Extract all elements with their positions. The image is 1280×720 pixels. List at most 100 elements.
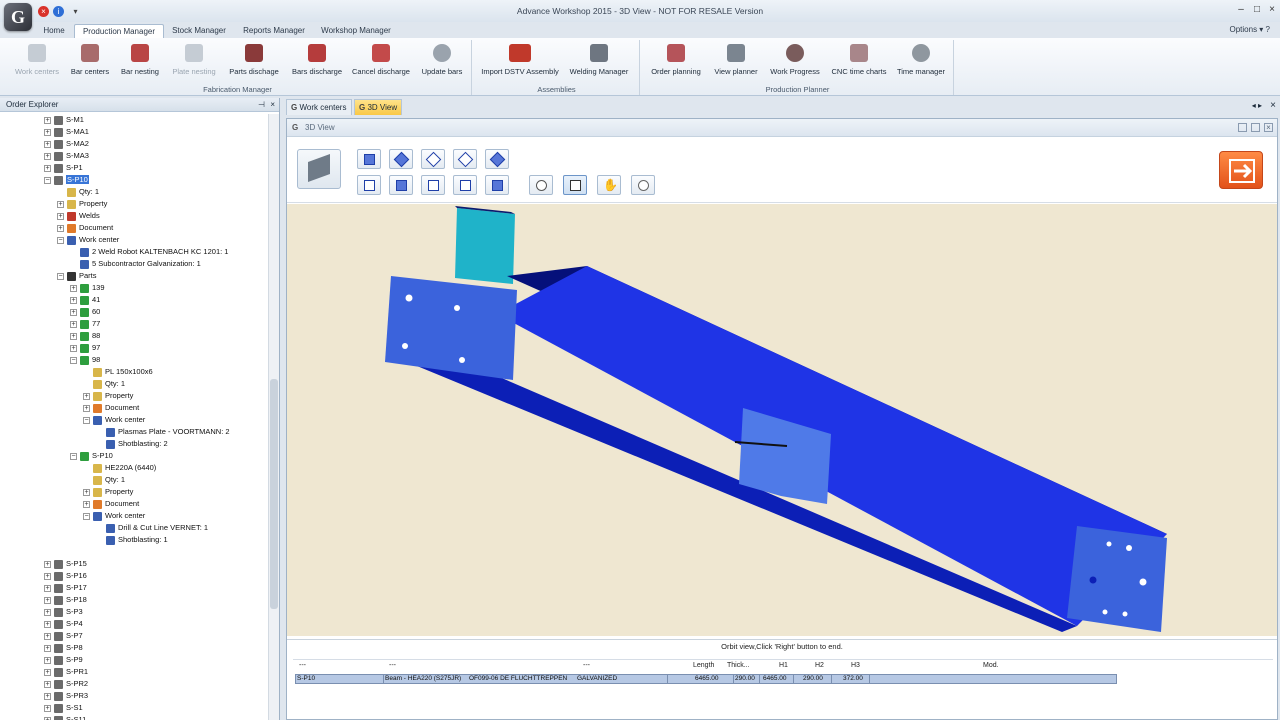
- expand-icon[interactable]: +: [44, 596, 51, 604]
- grid-header-1[interactable]: ---: [299, 662, 306, 669]
- tab-stock-manager[interactable]: Stock Manager: [166, 24, 232, 38]
- app-logo[interactable]: G: [4, 3, 32, 31]
- tree-node[interactable]: +60: [70, 306, 100, 318]
- view-left-button[interactable]: [421, 175, 445, 195]
- order-planning-button[interactable]: Order planning: [646, 44, 706, 76]
- tree-node[interactable]: + S-P16: [44, 570, 87, 582]
- tab-workshop-manager[interactable]: Workshop Manager: [316, 24, 396, 38]
- expand-icon[interactable]: +: [70, 296, 77, 304]
- expand-icon[interactable]: +: [70, 308, 77, 316]
- tree-node[interactable]: Qty: 1: [83, 474, 125, 486]
- tree-node[interactable]: − 98: [70, 354, 100, 366]
- view-front-button[interactable]: [357, 175, 381, 195]
- tree-node[interactable]: + Property: [83, 486, 133, 498]
- expand-icon[interactable]: +: [44, 644, 51, 652]
- tree-node[interactable]: +88: [70, 330, 100, 342]
- expand-icon[interactable]: +: [83, 488, 90, 496]
- cyan-post-part[interactable]: [455, 208, 515, 284]
- grid-header-h3[interactable]: H3: [851, 662, 860, 669]
- expand-icon[interactable]: +: [83, 500, 90, 508]
- tree-node[interactable]: − Work center: [83, 414, 145, 426]
- tree-node[interactable]: + S-P3: [44, 606, 83, 618]
- tab-scroll-icon[interactable]: ◂ ▸: [1252, 101, 1262, 110]
- tree-node[interactable]: Drill & Cut Line VERNET: 1: [96, 522, 208, 534]
- 3d-viewport[interactable]: [287, 204, 1277, 636]
- pane-restore-icon[interactable]: [1251, 123, 1260, 132]
- left-end-plate[interactable]: [385, 276, 517, 380]
- tree-node[interactable]: − S-P10: [70, 450, 113, 462]
- tree-node[interactable]: + S-MA2: [44, 138, 89, 150]
- tree-node[interactable]: +139: [70, 282, 105, 294]
- view-top-button[interactable]: [357, 149, 381, 169]
- expand-icon[interactable]: +: [44, 632, 51, 640]
- expand-icon[interactable]: +: [44, 620, 51, 628]
- tree-node[interactable]: Plasmas Plate - VOORTMANN: 2: [96, 426, 230, 438]
- tree-node[interactable]: + S-P7: [44, 630, 83, 642]
- expand-icon[interactable]: +: [44, 608, 51, 616]
- tree-node[interactable]: − Parts: [57, 270, 97, 282]
- view-planner-button[interactable]: View planner: [710, 44, 762, 76]
- plate-nesting-button[interactable]: Plate nesting: [168, 44, 220, 76]
- expand-icon[interactable]: +: [70, 332, 77, 340]
- tree-node[interactable]: +97: [70, 342, 100, 354]
- tree-node[interactable]: + S-P15: [44, 558, 87, 570]
- pane-close-icon[interactable]: ×: [1264, 123, 1273, 132]
- tree-node[interactable]: HE220A (6440): [83, 462, 156, 474]
- view-front-right-button[interactable]: [421, 149, 445, 169]
- tree-node[interactable]: + Welds: [57, 210, 100, 222]
- tree-node[interactable]: + S-S11: [44, 714, 86, 720]
- tree-node[interactable]: Qty: 1: [83, 378, 125, 390]
- zoom-window-button[interactable]: [529, 175, 553, 195]
- view-front-left-button[interactable]: [389, 149, 413, 169]
- expand-icon[interactable]: +: [44, 128, 51, 136]
- tree-node[interactable]: +41: [70, 294, 100, 306]
- grid-header-mod[interactable]: Mod.: [983, 662, 999, 669]
- close-panel-icon[interactable]: ×: [270, 98, 275, 112]
- expand-icon[interactable]: +: [44, 680, 51, 688]
- expand-icon[interactable]: +: [57, 212, 64, 220]
- expand-icon[interactable]: +: [44, 668, 51, 676]
- tree-node[interactable]: + S-M1: [44, 114, 84, 126]
- zoom-extents-button[interactable]: [563, 175, 587, 195]
- expand-icon[interactable]: +: [44, 560, 51, 568]
- bar-centers-button[interactable]: Bar centers: [66, 44, 114, 76]
- tree-node[interactable]: + Property: [83, 390, 133, 402]
- tree-node[interactable]: Shotblasting: 2: [96, 438, 168, 450]
- expand-icon[interactable]: +: [44, 716, 51, 720]
- import-dstv-button[interactable]: Import DSTV Assembly: [480, 44, 560, 76]
- scrollbar-thumb[interactable]: [270, 379, 278, 609]
- view-back-right-button[interactable]: [485, 149, 509, 169]
- collapse-icon[interactable]: −: [70, 356, 77, 364]
- view-back-left-button[interactable]: [453, 149, 477, 169]
- expand-icon[interactable]: +: [44, 152, 51, 160]
- cancel-discharge-button[interactable]: Cancel discharge: [348, 44, 414, 76]
- view-back-button[interactable]: [485, 175, 509, 195]
- expand-icon[interactable]: +: [70, 344, 77, 352]
- expand-icon[interactable]: +: [83, 392, 90, 400]
- beam-web[interactable]: [497, 266, 1167, 626]
- bars-discharge-button[interactable]: Bars discharge: [288, 44, 346, 76]
- tree-node[interactable]: + S-S1: [44, 702, 83, 714]
- tree-node[interactable]: PL 150x100x6: [83, 366, 153, 378]
- options-menu[interactable]: Options ▾ ?: [1230, 25, 1271, 34]
- update-bars-button[interactable]: Update bars: [418, 44, 466, 76]
- expand-icon[interactable]: +: [83, 404, 90, 412]
- collapse-icon[interactable]: −: [83, 512, 90, 520]
- tree-node[interactable]: + S-P18: [44, 594, 87, 606]
- tab-reports-manager[interactable]: Reports Manager: [236, 24, 312, 38]
- collapse-icon[interactable]: −: [44, 176, 51, 184]
- work-progress-button[interactable]: Work Progress: [766, 44, 824, 76]
- collapse-icon[interactable]: −: [57, 272, 64, 280]
- expand-icon[interactable]: +: [44, 584, 51, 592]
- tree-node[interactable]: 2 Weld Robot KALTENBACH KC 1201: 1: [70, 246, 228, 258]
- tree-node[interactable]: + S-P4: [44, 618, 83, 630]
- tree-node[interactable]: + S-P1: [44, 162, 83, 174]
- tree-node[interactable]: + Document: [83, 498, 139, 510]
- beam-model[interactable]: [287, 204, 1277, 636]
- tab-work-centers[interactable]: G Work centers: [286, 99, 352, 115]
- tree-node[interactable]: + Property: [57, 198, 107, 210]
- collapse-icon[interactable]: −: [57, 236, 64, 244]
- grid-header-length[interactable]: Length: [693, 662, 714, 669]
- tree-node[interactable]: + S-P8: [44, 642, 83, 654]
- expand-icon[interactable]: +: [44, 164, 51, 172]
